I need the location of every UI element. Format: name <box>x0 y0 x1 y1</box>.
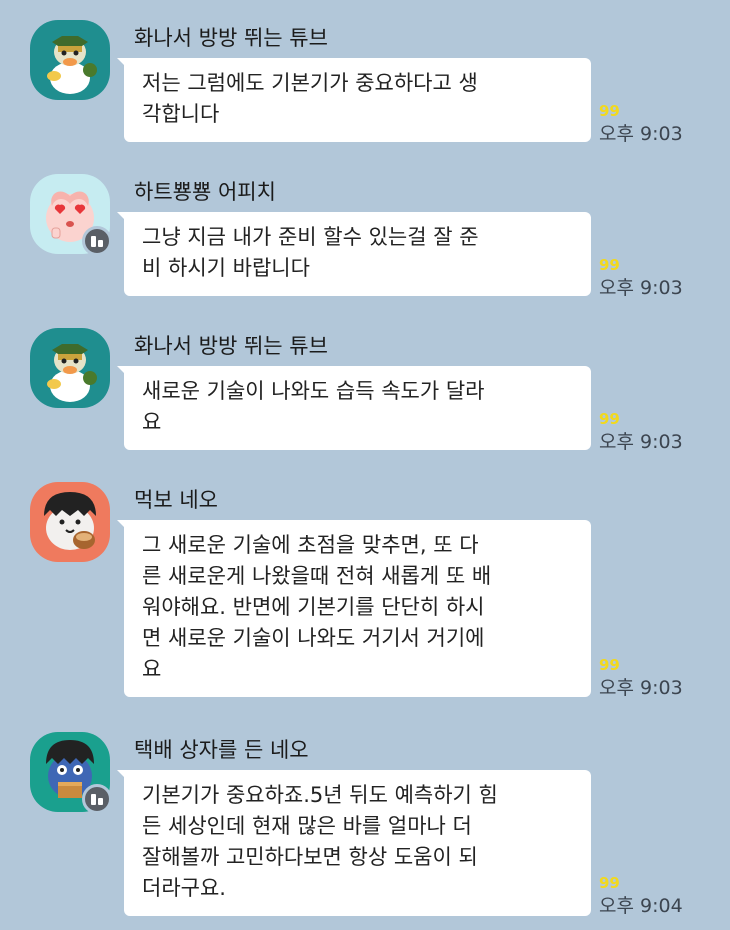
sender-name: 하트뿅뿅 어피치 <box>134 180 276 204</box>
profile-badge-icon[interactable] <box>82 226 112 256</box>
sender-name: 화나서 방방 뛰는 튜브 <box>134 26 328 50</box>
message-time: 오후 9:04 <box>599 895 683 917</box>
unread-count: 99 <box>599 410 620 428</box>
sender-name: 먹보 네오 <box>134 488 218 512</box>
unread-count: 99 <box>599 874 620 892</box>
message-time: 오후 9:03 <box>599 677 683 699</box>
message-time: 오후 9:03 <box>599 277 683 299</box>
angry-duck-avatar[interactable] <box>30 328 110 408</box>
angry-duck-avatar[interactable] <box>30 20 110 100</box>
sender-name: 화나서 방방 뛰는 튜브 <box>134 334 328 358</box>
unread-count: 99 <box>599 656 620 674</box>
message-bubble[interactable]: 그냥 지금 내가 준비 할수 있는걸 잘 준 비 하시기 바랍니다 <box>117 212 591 296</box>
message-meta: 99 오후 9:03 <box>599 102 719 146</box>
message-time: 오후 9:03 <box>599 123 683 145</box>
unread-count: 99 <box>599 256 620 274</box>
message-bubble[interactable]: 저는 그럼에도 기본기가 중요하다고 생 각합니다 <box>117 58 591 142</box>
message-bubble[interactable]: 그 새로운 기술에 초점을 맞추면, 또 다 른 새로운게 나왔을때 전혀 새롭… <box>117 520 591 697</box>
message-time: 오후 9:03 <box>599 431 683 453</box>
message-meta: 99 오후 9:03 <box>599 256 719 300</box>
eating-neo-cat-avatar[interactable] <box>30 482 110 562</box>
message-meta: 99 오후 9:03 <box>599 656 719 700</box>
profile-badge-icon[interactable] <box>82 784 112 814</box>
message-bubble[interactable]: 기본기가 중요하죠.5년 뒤도 예측하기 힘 든 세상인데 현재 많은 바를 얼… <box>117 770 591 916</box>
message-meta: 99 오후 9:03 <box>599 410 719 454</box>
sender-name: 택배 상자를 든 네오 <box>134 738 309 762</box>
message-meta: 99 오후 9:04 <box>599 874 719 918</box>
message-bubble[interactable]: 새로운 기술이 나와도 습득 속도가 달라 요 <box>117 366 591 450</box>
unread-count: 99 <box>599 102 620 120</box>
